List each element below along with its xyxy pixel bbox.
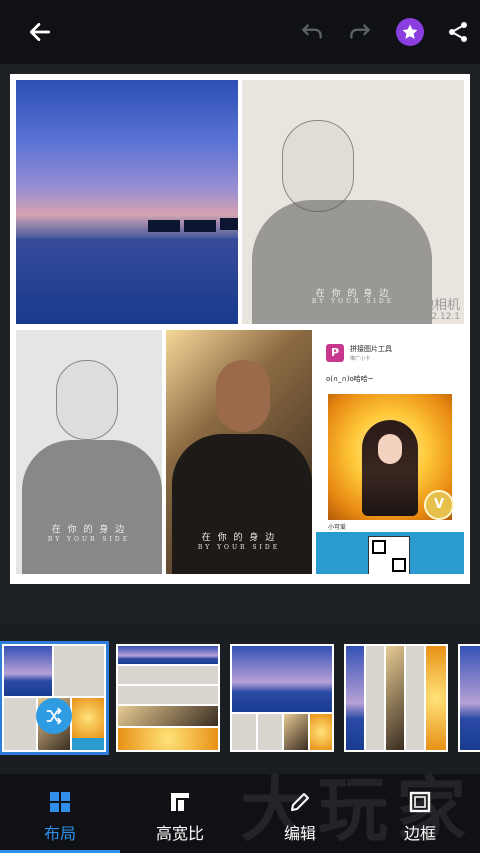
- collage-cell-warm[interactable]: 在 你 的 身 边 BY YOUR SIDE: [166, 330, 312, 574]
- nav-label: 编辑: [283, 824, 316, 843]
- thumb-ocean: [460, 646, 480, 750]
- portrait-sketch-head: [56, 360, 118, 440]
- layout-grid-icon: [50, 792, 70, 812]
- app-name: 拼接图片工具: [350, 345, 392, 353]
- layout-template-4[interactable]: [344, 644, 448, 752]
- arrow-left-icon: [29, 23, 51, 41]
- premium-button[interactable]: [390, 12, 430, 52]
- undo-icon: [302, 24, 322, 39]
- thumb-gold: [310, 714, 332, 750]
- girl-poster: V: [328, 394, 454, 520]
- thumb-sketch: [406, 646, 424, 750]
- layout-template-2[interactable]: [116, 644, 220, 752]
- bottom-nav: 布局 高宽比 编辑 边框: [0, 774, 480, 853]
- layout-template-1[interactable]: [0, 641, 109, 755]
- layout-template-strip[interactable]: [0, 624, 480, 774]
- app-emoji-text: o(∩_∩)o哈哈~: [326, 375, 374, 383]
- collage-cell-app-card[interactable]: P 拼接图片工具 推广小卡 o(∩_∩)o哈哈~ V 小可爱: [316, 330, 464, 574]
- layout-template-3[interactable]: [230, 644, 334, 752]
- shuffle-button[interactable]: [36, 698, 72, 734]
- collage-cell-ocean[interactable]: [16, 80, 238, 324]
- redo-icon: [350, 24, 370, 39]
- collage-cell-sketch[interactable]: 在 你 的 身 边 BY YOUR SIDE 无他相机 2022.12.1: [242, 80, 464, 324]
- share-icon: [449, 22, 467, 42]
- thumb-ocean: [346, 646, 364, 750]
- thumb-sketch: [4, 698, 36, 750]
- nav-aspect-ratio[interactable]: 高宽比: [120, 774, 240, 853]
- nav-label: 高宽比: [155, 824, 204, 843]
- thumb-warm: [284, 714, 308, 750]
- pencil-icon: [291, 793, 309, 811]
- undo-button[interactable]: [292, 12, 332, 52]
- watermark-text: 无他相机: [407, 298, 460, 313]
- thumb-sketch: [366, 646, 384, 750]
- border-icon: [409, 791, 431, 813]
- top-toolbar: [0, 0, 480, 64]
- thumb-ocean: [232, 646, 332, 712]
- shuffle-icon: [46, 707, 62, 725]
- collage-canvas: 在 你 的 身 边 BY YOUR SIDE 无他相机 2022.12.1 在 …: [10, 74, 470, 584]
- nav-layout[interactable]: 布局: [0, 774, 120, 853]
- qr-code-icon: [368, 536, 410, 574]
- thumb-ocean: [4, 646, 52, 696]
- thumb-sketch: [258, 714, 282, 750]
- nav-border[interactable]: 边框: [360, 774, 480, 853]
- thumb-ocean: [118, 646, 218, 664]
- villa-silhouette: [220, 218, 238, 230]
- thumb-warm: [118, 706, 218, 726]
- share-button[interactable]: [438, 12, 478, 52]
- portrait-body: [172, 434, 312, 574]
- app-share-card: P 拼接图片工具 推广小卡 o(∩_∩)o哈哈~: [320, 336, 460, 394]
- aspect-ratio-icon: [171, 793, 189, 811]
- caption-cn: 在 你 的 身 边: [51, 525, 127, 535]
- thumb-blue: [72, 738, 104, 750]
- nav-label: 边框: [403, 824, 436, 843]
- portrait-sketch-body: [22, 440, 162, 574]
- thumb-sketch: [232, 714, 256, 750]
- girl-face: [378, 434, 402, 464]
- caption-en: BY YOUR SIDE: [197, 544, 281, 551]
- nav-label: 布局: [43, 824, 76, 843]
- thumb-sketch: [118, 666, 218, 684]
- portrait-sketch-body: [252, 200, 432, 324]
- nav-edit[interactable]: 编辑: [240, 774, 360, 853]
- back-button[interactable]: [20, 12, 60, 52]
- canvas-area: 在 你 的 身 边 BY YOUR SIDE 无他相机 2022.12.1 在 …: [0, 64, 480, 624]
- villa-silhouette: [184, 220, 216, 232]
- thumb-gold: [72, 698, 104, 738]
- collage-cell-sketch-2[interactable]: 在 你 的 身 边 BY YOUR SIDE: [16, 330, 162, 574]
- thumb-sketch: [54, 646, 104, 696]
- thumb-gold: [118, 728, 218, 750]
- caption-en: BY YOUR SIDE: [47, 536, 131, 543]
- layout-template-5[interactable]: [458, 644, 480, 752]
- redo-button[interactable]: [340, 12, 380, 52]
- portrait-sketch-head: [282, 120, 354, 212]
- caption-cn: 在 你 的 身 边: [201, 533, 277, 543]
- portrait-head: [216, 360, 270, 432]
- v-badge-icon: V: [424, 490, 454, 520]
- star-icon: [396, 18, 424, 46]
- villa-silhouette: [148, 220, 180, 232]
- thumb-gold: [426, 646, 446, 750]
- thumb-sketch: [118, 686, 218, 704]
- watermark-date: 2022.12.1: [414, 312, 460, 322]
- thumb-warm: [386, 646, 404, 750]
- app-logo-icon: P: [326, 344, 344, 362]
- poster-label: 小可爱: [328, 524, 347, 531]
- app-subtitle: 推广小卡: [350, 356, 371, 362]
